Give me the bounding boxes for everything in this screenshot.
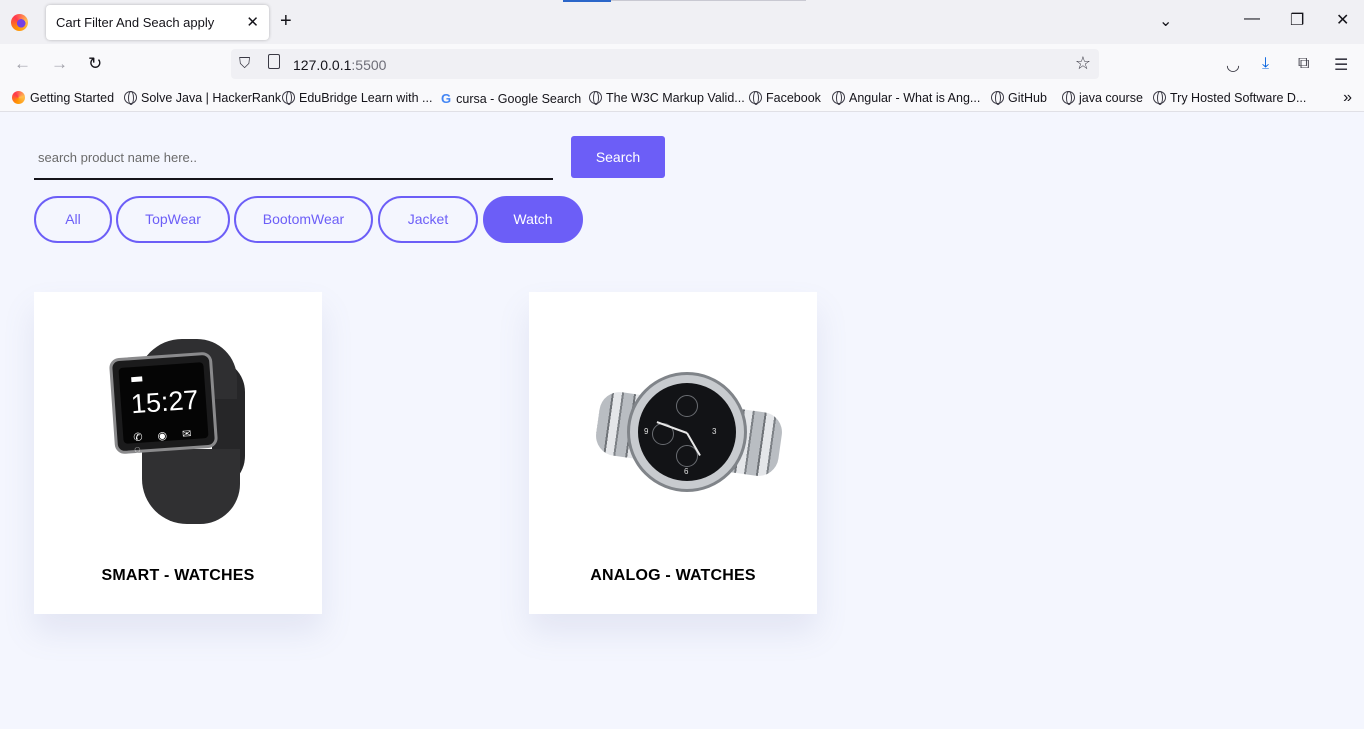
product-title: SMART - WATCHES: [101, 567, 255, 584]
bookmark-item[interactable]: EduBridge Learn with ...: [282, 91, 432, 105]
analog-watch-image: 3 6 9: [593, 372, 785, 494]
extensions-icon[interactable]: ⧉: [1298, 55, 1309, 73]
minimize-icon[interactable]: —: [1244, 10, 1260, 28]
filter-jacket-button[interactable]: Jacket: [378, 196, 478, 243]
restore-icon[interactable]: ❐: [1290, 10, 1304, 30]
browser-navbar: ← → ↻ ⛉ 127.0.0.1:5500 ☆ ◡ ⤓ ⧉ ☰: [0, 44, 1364, 85]
bookmark-item[interactable]: Getting Started: [12, 91, 114, 105]
watch-dial: 3 6 9: [638, 383, 736, 481]
bookmark-item[interactable]: Try Hosted Software D...: [1153, 91, 1306, 105]
more-bookmarks-icon[interactable]: »: [1343, 89, 1352, 107]
filter-bottomwear-button[interactable]: BootomWear: [234, 196, 373, 243]
bookmark-label: The W3C Markup Valid...: [606, 91, 745, 105]
globe-icon: [282, 91, 295, 105]
bookmark-item[interactable]: Facebook: [749, 91, 821, 105]
bookmark-item[interactable]: Angular - What is Ang...: [832, 91, 980, 105]
bookmarks-toolbar: Getting Started Solve Java | HackerRank …: [0, 85, 1364, 112]
bookmark-label: EduBridge Learn with ...: [299, 91, 433, 105]
menu-icon[interactable]: ☰: [1334, 55, 1348, 75]
bookmark-label: Getting Started: [30, 91, 115, 105]
url-port: :5500: [351, 57, 387, 73]
globe-icon: [1062, 91, 1075, 105]
firefox-icon: [12, 91, 25, 104]
filter-topwear-button[interactable]: TopWear: [116, 196, 230, 243]
globe-icon: [991, 91, 1004, 105]
close-window-icon[interactable]: ✕: [1336, 10, 1349, 30]
watch-strap: [142, 449, 240, 524]
tab-title: Cart Filter And Seach apply: [56, 15, 215, 30]
search-input[interactable]: [34, 136, 553, 178]
product-card[interactable]: 3 6 9 ANALOG - WATCHES: [529, 292, 817, 614]
bookmark-item[interactable]: GitHub: [991, 91, 1047, 105]
tabstrip-accent: [563, 0, 611, 2]
bookmark-label: Solve Java | HackerRank: [141, 91, 282, 105]
globe-icon: [832, 91, 845, 105]
bookmark-item[interactable]: java course: [1062, 91, 1143, 105]
bookmark-label: Try Hosted Software D...: [1170, 91, 1307, 105]
filter-watch-button[interactable]: Watch: [483, 196, 583, 243]
forward-icon[interactable]: →: [51, 55, 68, 73]
downloads-icon[interactable]: ⤓: [1262, 55, 1269, 73]
bookmark-item[interactable]: Gcursa - Google Search: [441, 91, 581, 106]
bookmark-label: GitHub: [1008, 91, 1047, 105]
watch-bezel: 3 6 9: [627, 372, 747, 492]
globe-icon: [124, 91, 137, 105]
url-host: 127.0.0.1: [293, 57, 352, 73]
bookmark-item[interactable]: The W3C Markup Valid...: [589, 91, 745, 105]
pocket-icon[interactable]: ◡: [1226, 55, 1240, 75]
watch-case: 15:27 ✆ ◉ ✉ ◌: [108, 351, 219, 456]
google-icon: G: [441, 91, 452, 106]
reload-icon[interactable]: ↻: [88, 55, 102, 73]
url-text[interactable]: 127.0.0.1:5500: [293, 57, 386, 73]
filter-all-button[interactable]: All: [34, 196, 112, 243]
product-card[interactable]: 15:27 ✆ ◉ ✉ ◌ SMART - WATCHES: [34, 292, 322, 614]
search-field-wrapper: [34, 136, 553, 180]
globe-icon: [1153, 91, 1166, 105]
globe-icon: [589, 91, 602, 105]
search-button[interactable]: Search: [571, 136, 665, 178]
watch-time: 15:27: [129, 384, 200, 420]
smartwatch-image: 15:27 ✆ ◉ ✉ ◌: [108, 339, 247, 524]
tabstrip-divider: [611, 0, 806, 1]
bookmark-label: Angular - What is Ang...: [849, 91, 981, 105]
battery-icon: [131, 376, 143, 383]
close-tab-icon[interactable]: ✕: [246, 13, 259, 31]
bookmark-star-icon[interactable]: ☆: [1075, 53, 1091, 74]
bookmark-label: cursa - Google Search: [456, 92, 582, 106]
subdial: [676, 395, 698, 417]
watch-screen: 15:27 ✆ ◉ ✉ ◌: [118, 362, 209, 456]
watch-app-icons: ✆ ◉ ✉ ◌: [132, 427, 198, 457]
product-title: ANALOG - WATCHES: [590, 567, 756, 584]
dial-numeral: 9: [644, 427, 649, 436]
page-info-icon[interactable]: [268, 54, 280, 69]
url-bar[interactable]: ⛉ 127.0.0.1:5500 ☆: [231, 49, 1099, 79]
shield-icon[interactable]: ⛉: [239, 55, 250, 72]
new-tab-icon[interactable]: +: [280, 10, 292, 32]
bookmark-item[interactable]: Solve Java | HackerRank: [124, 91, 281, 105]
globe-icon: [749, 91, 762, 105]
dial-numeral: 6: [684, 467, 689, 476]
browser-tabstrip: Cart Filter And Seach apply ✕ + ⌄ — ❐ ✕: [0, 0, 1364, 44]
firefox-icon[interactable]: [11, 14, 28, 31]
back-icon[interactable]: ←: [14, 55, 31, 73]
bookmark-label: Facebook: [766, 91, 821, 105]
tab-list-chevron-icon[interactable]: ⌄: [1159, 11, 1172, 31]
dial-numeral: 3: [712, 427, 717, 436]
bookmark-label: java course: [1079, 91, 1143, 105]
browser-tab[interactable]: Cart Filter And Seach apply ✕: [46, 5, 269, 40]
